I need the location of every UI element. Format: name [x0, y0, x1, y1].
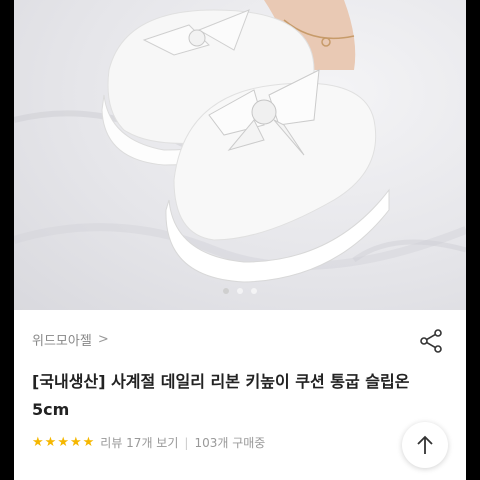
review-link[interactable]: 리뷰 17개 보기 — [100, 434, 178, 451]
brand-name[interactable]: 위드모아젤 — [32, 330, 92, 349]
brand-link[interactable]: 위드모아젤 > — [32, 330, 109, 349]
star-icon: ★ — [32, 435, 44, 450]
gallery-dot[interactable] — [223, 288, 229, 294]
star-icon: ★ — [82, 435, 95, 450]
product-info: 위드모아젤 > [국내생산] 사계절 데일리 리본 키높이 쿠션 통굽 슬립온 … — [14, 310, 466, 480]
divider: | — [184, 435, 189, 450]
product-photo[interactable] — [14, 0, 466, 310]
gallery-dot[interactable] — [251, 288, 257, 294]
chevron-right-icon: > — [97, 332, 109, 347]
rating-stars: ★ ★ ★ ★ ★ — [32, 435, 94, 450]
star-icon: ★ — [69, 435, 82, 450]
gallery-indicator — [14, 288, 466, 294]
share-icon[interactable] — [418, 328, 444, 354]
gallery-dot[interactable] — [237, 288, 243, 294]
product-title: [국내생산] 사계절 데일리 리본 키높이 쿠션 통굽 슬립온 5cm — [32, 372, 410, 419]
scroll-top-button[interactable] — [402, 422, 448, 468]
star-icon: ★ — [44, 435, 57, 450]
rating-row: ★ ★ ★ ★ ★ 리뷰 17개 보기 | 103개 구매중 — [32, 434, 265, 451]
product-detail-screen: 위드모아젤 > [국내생산] 사계절 데일리 리본 키높이 쿠션 통굽 슬립온 … — [14, 0, 466, 480]
purchase-count: 103개 구매중 — [194, 436, 266, 450]
star-icon: ★ — [57, 435, 69, 450]
arrow-up-icon — [417, 435, 433, 454]
shoes-illustration — [14, 0, 466, 283]
